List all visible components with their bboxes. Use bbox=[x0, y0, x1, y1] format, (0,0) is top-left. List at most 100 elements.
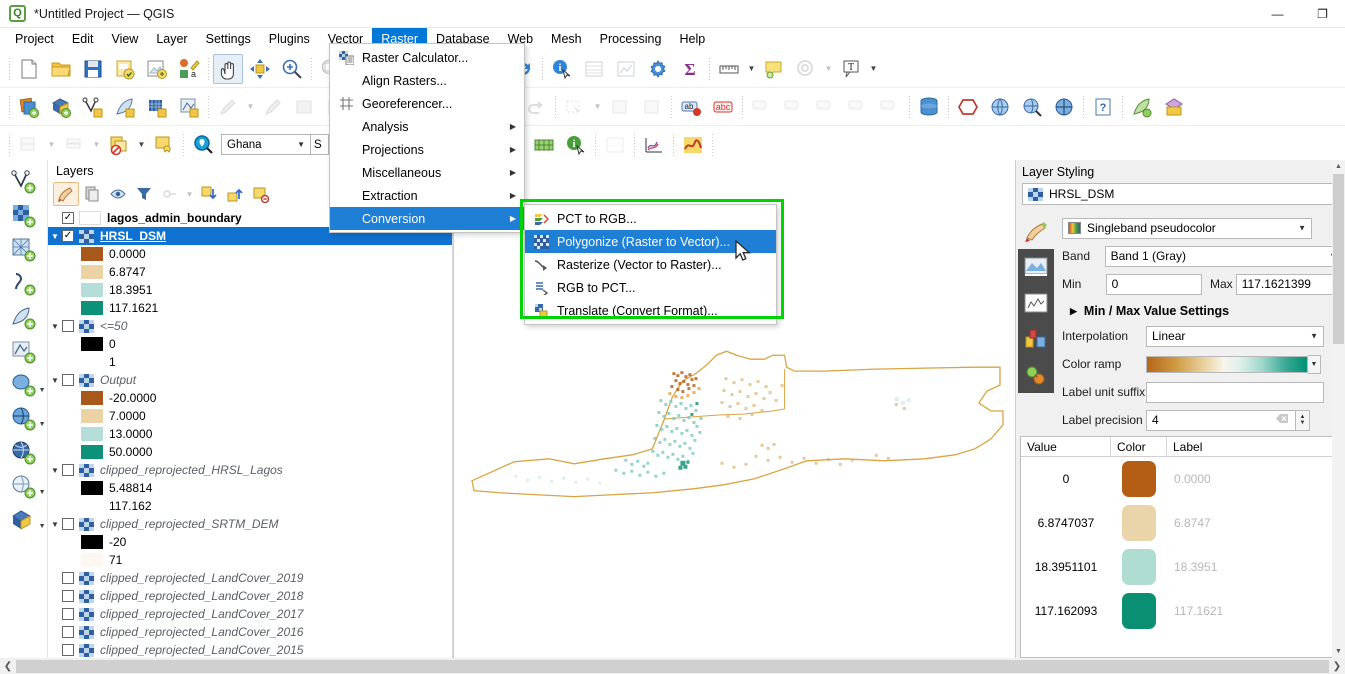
collapse-all-icon[interactable] bbox=[222, 182, 248, 206]
min-input[interactable]: 0 bbox=[1105, 273, 1202, 295]
text-annotation-caret-icon[interactable]: ▼ bbox=[867, 55, 880, 83]
open-attribute-table-icon[interactable] bbox=[579, 54, 609, 84]
menu-item-conversion[interactable]: Conversion ▶ bbox=[330, 207, 524, 230]
digitize-edit-icon[interactable] bbox=[213, 92, 243, 122]
table-row[interactable]: 6.8747037 6.8747 bbox=[1021, 501, 1340, 545]
deselect-all-icon[interactable] bbox=[637, 92, 667, 122]
row-color-cell[interactable] bbox=[1111, 504, 1167, 541]
layer-tree-row-landcover-2019[interactable]: clipped_reprojected_LandCover_2019 bbox=[48, 569, 452, 587]
map-tips-icon[interactable] bbox=[759, 54, 789, 84]
minimize-button[interactable]: — bbox=[1255, 0, 1300, 28]
symbology-brush-icon[interactable] bbox=[1021, 216, 1051, 246]
statistical-summary-icon[interactable] bbox=[611, 54, 641, 84]
open-layer-styling-panel-icon[interactable] bbox=[53, 182, 79, 206]
help-question-icon[interactable]: ? bbox=[1088, 92, 1118, 122]
menu-help[interactable]: Help bbox=[670, 28, 714, 50]
chevron-down-icon[interactable]: ▼ bbox=[39, 523, 46, 530]
layer-tree-row-clipped-srtm-dem[interactable]: ▼ clipped_reprojected_SRTM_DEM bbox=[48, 515, 452, 533]
select-features-icon[interactable] bbox=[560, 92, 590, 122]
add-delimited-text-icon[interactable] bbox=[174, 92, 204, 122]
layer-visibility-checkbox[interactable] bbox=[62, 464, 74, 476]
styling-panel-scrollbar[interactable]: ▲ ▼ bbox=[1332, 160, 1345, 658]
layer-visibility-checkbox[interactable] bbox=[62, 626, 74, 638]
color-chip[interactable] bbox=[1122, 592, 1156, 629]
sum-sigma-icon[interactable]: Σ bbox=[675, 54, 705, 84]
label-precision-spinner[interactable]: ▲ ▼ bbox=[1296, 409, 1310, 431]
new-print-layout-icon[interactable] bbox=[142, 54, 172, 84]
data-source-manager-rail-icon[interactable]: ▼ bbox=[8, 506, 46, 538]
measure-dropdown-caret-icon[interactable]: ▼ bbox=[745, 55, 758, 83]
menu-item-projections[interactable]: Projections ▶ bbox=[330, 138, 524, 161]
add-wfs-layer-rail-icon[interactable] bbox=[8, 438, 40, 470]
table-row[interactable]: 18.3951101 18.3951 bbox=[1021, 545, 1340, 589]
menu-item-analysis[interactable]: Analysis ▶ bbox=[330, 115, 524, 138]
terrain-profile-icon[interactable] bbox=[678, 130, 708, 160]
vertex-tool-icon[interactable] bbox=[290, 92, 320, 122]
crs-secondary-field[interactable]: S bbox=[311, 134, 329, 155]
manage-map-themes-icon[interactable] bbox=[105, 182, 131, 206]
layer-visibility-checkbox[interactable] bbox=[62, 518, 74, 530]
add-postgis-layer-rail-icon[interactable]: ▼ bbox=[8, 370, 46, 402]
table-row[interactable]: 117.162093 117.1621 bbox=[1021, 589, 1340, 633]
plugin-manager-icon[interactable] bbox=[1127, 92, 1157, 122]
digitize-caret-icon[interactable]: ▼ bbox=[244, 93, 257, 121]
layer-visibility-checkbox[interactable]: ✓ bbox=[62, 212, 74, 224]
pan-map-icon[interactable] bbox=[213, 53, 243, 84]
clear-field-icon[interactable] bbox=[1276, 413, 1289, 427]
label-unit-suffix-input[interactable] bbox=[1146, 381, 1324, 403]
snapping-caret-icon[interactable]: ▼ bbox=[45, 131, 58, 159]
globe-info-icon[interactable] bbox=[985, 92, 1015, 122]
select-by-expression-icon[interactable] bbox=[605, 92, 635, 122]
style-manager-icon[interactable]: a bbox=[174, 54, 204, 84]
layers-stack-caret-icon[interactable]: ▼ bbox=[90, 131, 103, 159]
globe-search-icon[interactable] bbox=[1017, 92, 1047, 122]
bottom-scrollbar[interactable]: ❮ ❯ bbox=[0, 658, 1345, 674]
add-feature-icon[interactable] bbox=[258, 92, 288, 122]
expander-icon[interactable]: ▼ bbox=[48, 322, 62, 331]
plot-blank-icon[interactable] bbox=[600, 130, 630, 160]
crs-select[interactable]: Ghana ▼ bbox=[221, 134, 311, 155]
filter-legend-expression-icon[interactable] bbox=[157, 182, 183, 206]
add-delimited-text-rail-icon[interactable] bbox=[8, 268, 40, 300]
add-raster-layer-icon[interactable] bbox=[46, 92, 76, 122]
layer-tree-row-lte50[interactable]: ▼ <=50 bbox=[48, 317, 452, 335]
menu-item-align-rasters[interactable]: Align Rasters... bbox=[330, 69, 524, 92]
color-ramp-preview[interactable] bbox=[1146, 355, 1308, 373]
scrollbar-track[interactable] bbox=[16, 659, 1329, 673]
redo-icon[interactable] bbox=[521, 92, 551, 122]
layer-tree-row-clipped-hrsl-lagos[interactable]: ▼ clipped_reprojected_HRSL_Lagos bbox=[48, 461, 452, 479]
green-mesh-icon[interactable] bbox=[529, 130, 559, 160]
pin-labels-icon[interactable] bbox=[747, 92, 777, 122]
menu-processing[interactable]: Processing bbox=[591, 28, 671, 50]
history-tab-icon[interactable] bbox=[1021, 360, 1051, 390]
scrollbar-thumb[interactable] bbox=[1333, 174, 1344, 344]
green-info-icon[interactable]: i bbox=[561, 130, 591, 160]
chevron-down-icon[interactable]: ▼ bbox=[39, 489, 46, 496]
menu-item-raster-calculator[interactable]: Raster Calculator... bbox=[330, 46, 524, 69]
annotations-dropdown-caret-icon[interactable]: ▼ bbox=[822, 55, 835, 83]
show-hide-labels-icon[interactable] bbox=[779, 92, 809, 122]
add-raster-layer-rail-icon[interactable] bbox=[8, 200, 40, 232]
layer-visibility-checkbox[interactable] bbox=[62, 572, 74, 584]
current-edits-icon[interactable] bbox=[14, 92, 44, 122]
row-color-cell[interactable] bbox=[1111, 592, 1167, 629]
add-mesh-layer-rail-icon[interactable] bbox=[8, 234, 40, 266]
scroll-left-arrow-icon[interactable]: ❮ bbox=[0, 658, 16, 674]
save-project-as-icon[interactable] bbox=[110, 54, 140, 84]
color-chip[interactable] bbox=[1122, 548, 1156, 585]
menu-item-rgb-to-pct[interactable]: RGB to PCT... bbox=[525, 276, 776, 299]
add-mesh-layer-icon[interactable] bbox=[142, 92, 172, 122]
expander-icon[interactable]: ▼ bbox=[48, 520, 62, 529]
add-group-icon[interactable] bbox=[79, 182, 105, 206]
layer-tree-row-landcover-2018[interactable]: clipped_reprojected_LandCover_2018 bbox=[48, 587, 452, 605]
show-annotations-icon[interactable] bbox=[791, 54, 821, 84]
processing-toolbox-icon[interactable] bbox=[1159, 92, 1189, 122]
filter-legend-icon[interactable] bbox=[131, 182, 157, 206]
color-value-table[interactable]: Value Color Label 0 0.0000 6.8747037 6.8… bbox=[1020, 435, 1341, 658]
scroll-right-arrow-icon[interactable]: ❯ bbox=[1329, 658, 1345, 674]
avoid-overlap-caret-icon[interactable]: ▼ bbox=[135, 131, 148, 159]
chevron-down-icon[interactable]: ▼ bbox=[39, 421, 46, 428]
move-label-icon[interactable] bbox=[811, 92, 841, 122]
menu-plugins[interactable]: Plugins bbox=[260, 28, 319, 50]
renderer-select[interactable]: Singleband pseudocolor ▼ bbox=[1062, 217, 1312, 239]
